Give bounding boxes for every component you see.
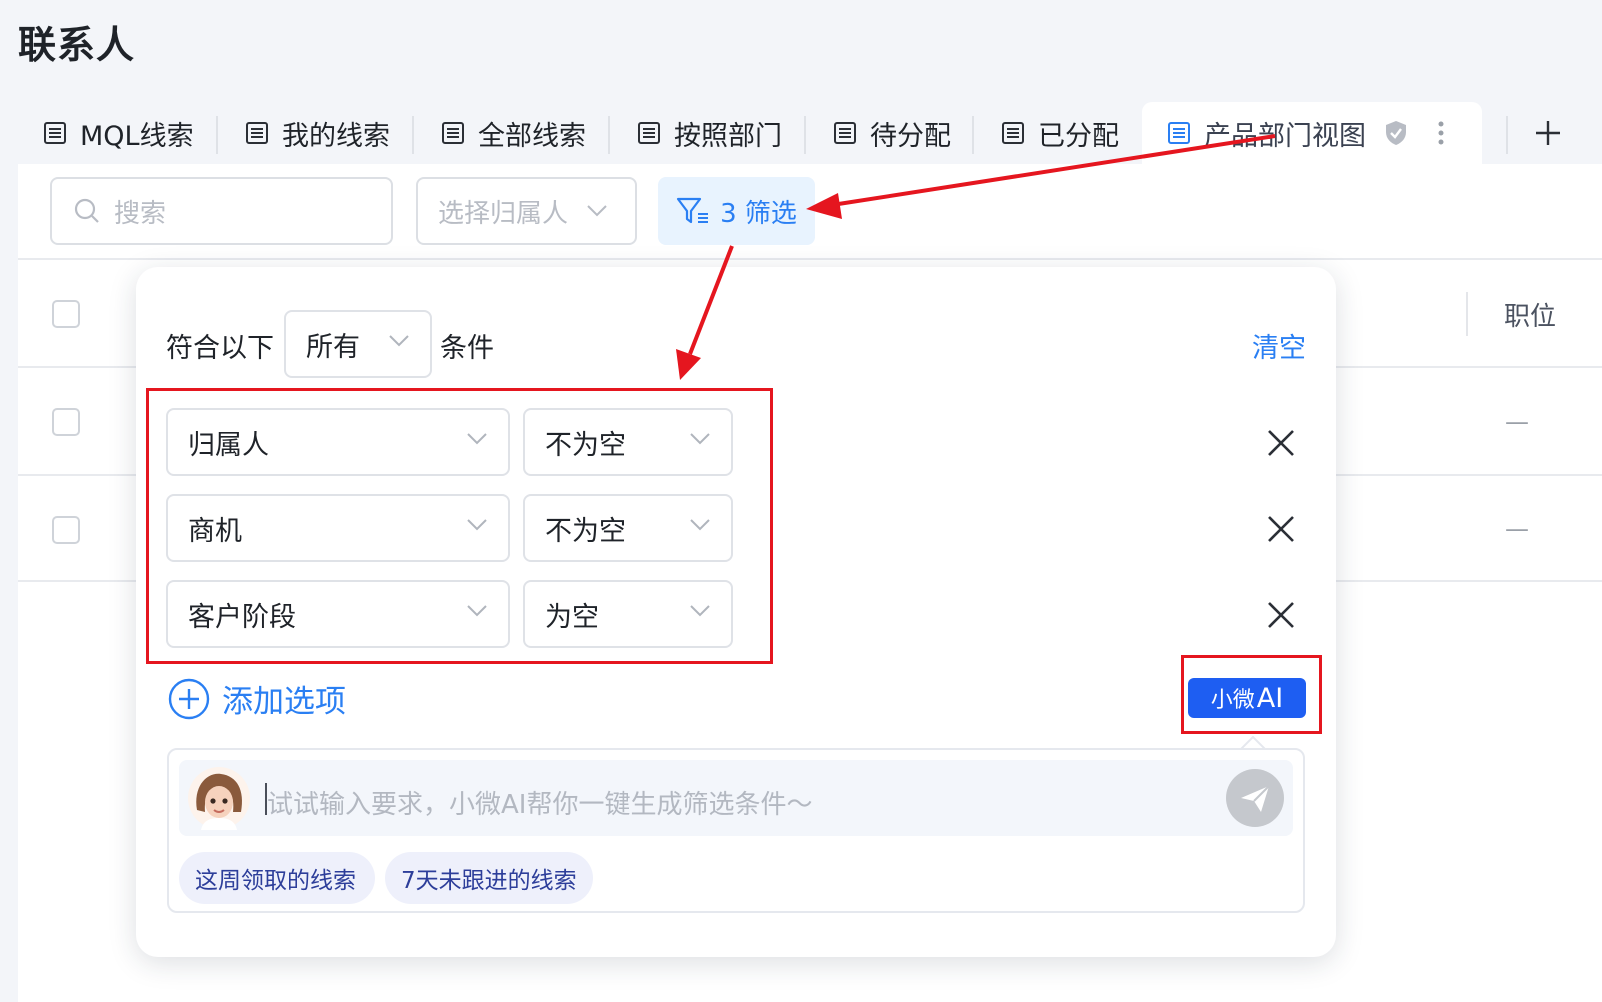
annotation-arrow-line <box>688 245 734 355</box>
annotation-arrows <box>676 134 1276 380</box>
annotation-arrow-head <box>676 349 701 380</box>
annotation-arrow-line <box>831 134 1276 207</box>
annotation-arrow-head <box>806 193 842 219</box>
